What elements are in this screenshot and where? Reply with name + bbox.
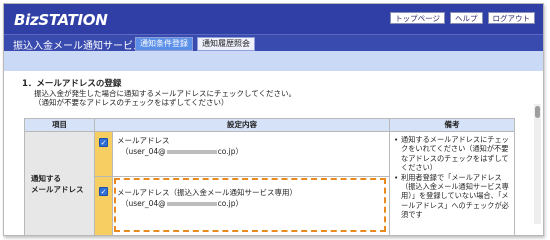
item-label-line1: 通知する [31,173,61,183]
scrollbar[interactable] [534,104,541,224]
scrollbar-thumb[interactable] [535,106,540,118]
checkbox-cell: ✓ [94,176,113,235]
main-content: 1．メールアドレスの登録 振込入金が発生した場合に通知するメールアドレスにチェッ… [4,71,543,235]
column-header-item: 項目 [24,118,95,132]
email-option: メールアドレス （user_04@ co.jp） [112,131,390,177]
email-settings-table: 項目 設定内容 備考 通知する メールアドレス ✓ メールアドレス （user_… [24,118,515,235]
dedicated-email-option-label: メールアドレス（振込入金メール通知サービス専用） [117,188,297,197]
dedicated-email-option: メールアドレス（振込入金メール通知サービス専用） （user_04@ co.jp） [112,176,390,235]
email-address: （user_04@ co.jp） [117,146,385,157]
masked-domain [166,150,217,154]
header-band [4,51,543,71]
masked-domain [166,202,217,206]
email-address-suffix: co.jp） [217,147,243,156]
column-header-remarks: 備考 [389,118,515,132]
app-window: BizSTATION トップページ ヘルプ ログアウト 振込入金メール通知サービ… [3,3,544,236]
section-description-note: （通知が不要なアドレスのチェックをはずしてください） [34,98,229,107]
tab-notification-settings[interactable]: 通知条件登録 [135,37,193,51]
logo: BizSTATION [14,11,108,29]
item-label-line2: メールアドレス [31,184,84,194]
tab-notification-history[interactable]: 通知履歴照会 [197,37,255,51]
service-title: 振込入金メール通知サービス [13,41,143,52]
table-row: 通知する メールアドレス ✓ メールアドレス （user_04@ co.jp） 通… [24,131,515,235]
email-address: （user_04@ co.jp） [117,198,385,209]
email-address-prefix: （user_04@ [121,147,166,156]
top-links: トップページ ヘルプ ログアウト [390,12,535,24]
dedicated-email-checkbox[interactable]: ✓ [99,187,108,196]
remark-item: 利用者登録で「メールアドレス（振込入金メール通知サービス専用）」を登録していない… [394,173,510,220]
tab-bar: 振込入金メール通知サービス 通知条件登録 通知履歴照会 [4,34,543,52]
email-address-suffix: co.jp） [217,199,243,208]
item-label-cell: 通知する メールアドレス [24,131,95,235]
top-bar: BizSTATION トップページ ヘルプ ログアウト [4,4,543,34]
remarks-cell: 通知するメールアドレスにチェックをいれてください（通知が不要なアドレスのチェック… [389,131,515,235]
remark-item: 通知するメールアドレスにチェックをいれてください（通知が不要なアドレスのチェック… [394,135,510,173]
table-header-row: 項目 設定内容 備考 [24,118,515,132]
email-option-label: メールアドレス [117,136,170,145]
logout-link[interactable]: ログアウト [487,12,535,24]
help-link[interactable]: ヘルプ [450,12,483,24]
top-page-link[interactable]: トップページ [390,12,445,24]
column-header-setting: 設定内容 [94,118,390,132]
checkbox-cell: ✓ [94,131,113,177]
email-address-prefix: （user_04@ [121,199,166,208]
email-checkbox[interactable]: ✓ [99,138,108,147]
